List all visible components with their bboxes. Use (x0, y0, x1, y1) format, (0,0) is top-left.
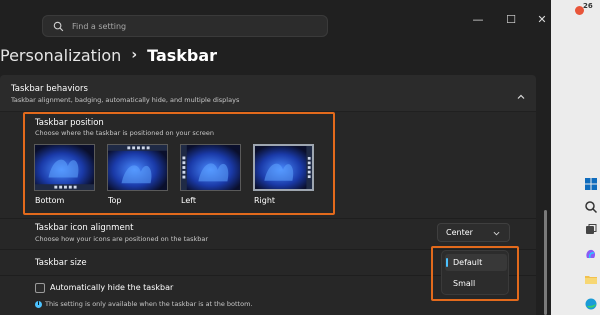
position-option-top[interactable] (107, 144, 168, 191)
maximize-button[interactable]: ☐ (504, 13, 518, 26)
task-view-icon[interactable] (584, 222, 598, 236)
section-title: Taskbar behaviors (11, 84, 88, 94)
info-icon: i (35, 301, 42, 308)
start-icon[interactable] (584, 176, 598, 190)
title-bar: Find a setting — ☐ ✕ (0, 0, 551, 40)
autohide-label[interactable]: Automatically hide the taskbar (50, 283, 173, 292)
position-label-bottom: Bottom (35, 196, 65, 205)
breadcrumb-separator: › (131, 47, 138, 63)
close-button[interactable]: ✕ (535, 13, 549, 26)
weather-badge: 26 (583, 2, 593, 10)
chevron-up-icon[interactable] (516, 87, 526, 99)
scrollbar[interactable] (544, 210, 547, 315)
breadcrumb: Personalization › Taskbar (0, 44, 217, 66)
taskbar-behaviors-header[interactable]: Taskbar behaviors Taskbar alignment, bad… (0, 75, 536, 111)
search-icon (53, 17, 64, 36)
copilot-icon[interactable] (584, 246, 598, 260)
position-label-left: Left (181, 196, 197, 205)
taskbar-right (551, 0, 600, 315)
minimize-button[interactable]: — (471, 13, 485, 26)
file-explorer-icon[interactable] (584, 271, 598, 285)
position-title: Taskbar position (35, 118, 104, 128)
search-box[interactable]: Find a setting (42, 15, 328, 37)
size-dropdown-menu[interactable]: Default Small (441, 250, 509, 295)
position-option-left[interactable] (180, 144, 241, 191)
section-subtitle: Taskbar alignment, badging, automaticall… (11, 96, 240, 104)
alignment-dropdown[interactable]: Center (437, 223, 510, 242)
size-option-default[interactable]: Default (445, 254, 507, 271)
alignment-value: Center (446, 228, 473, 237)
position-label-top: Top (108, 196, 122, 205)
edge-icon[interactable] (584, 296, 598, 310)
size-title: Taskbar size (35, 258, 87, 268)
search-input[interactable]: Find a setting (72, 22, 126, 31)
position-option-bottom[interactable] (34, 144, 95, 191)
alignment-subtitle: Choose how your icons are positioned on … (35, 235, 209, 243)
page-title: Taskbar (147, 45, 218, 65)
settings-window: Find a setting — ☐ ✕ Personalization › T… (0, 0, 551, 315)
search-icon[interactable] (584, 199, 598, 214)
position-option-right[interactable] (253, 144, 314, 191)
position-subtitle: Choose where the taskbar is positioned o… (35, 129, 215, 137)
alignment-title: Taskbar icon alignment (35, 223, 134, 233)
position-label-right: Right (254, 196, 276, 205)
autohide-checkbox[interactable] (35, 283, 45, 293)
breadcrumb-parent[interactable]: Personalization (0, 46, 121, 65)
size-option-small[interactable]: Small (445, 275, 507, 292)
divider (0, 218, 536, 219)
autohide-note: This setting is only available when the … (45, 300, 253, 308)
